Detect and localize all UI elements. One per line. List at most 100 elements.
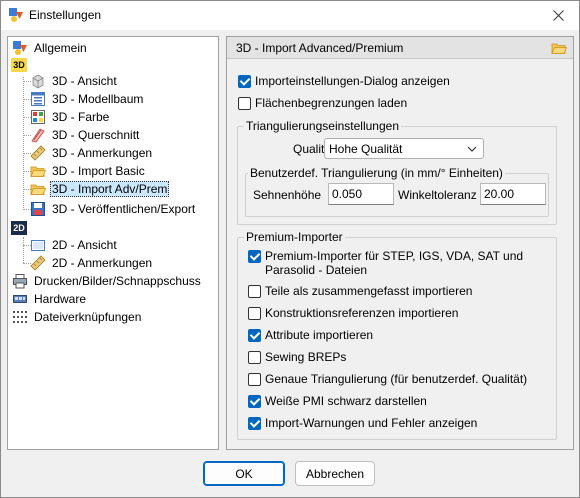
tree-item-label: 3D - Import Basic (52, 164, 145, 178)
hardware-icon (13, 295, 27, 303)
checkbox-label: Genaue Triangulierung (für benutzerdef. … (265, 372, 528, 386)
import-attributes-checkbox[interactable]: Attribute importieren (248, 328, 373, 342)
checkbox-label: Importeinstellungen-Dialog anzeigen (255, 74, 450, 88)
panel-title: 3D - Import Advanced/Premium (236, 41, 404, 55)
tree-item-label: 3D - Ansicht (52, 74, 117, 88)
premium-importer-checkbox[interactable]: Premium-Importer für STEP, IGS, VDA, SAT… (248, 249, 523, 277)
checkbox-box[interactable] (248, 250, 261, 263)
cube-icon (32, 74, 44, 89)
tree-item-label: Hardware (34, 292, 87, 306)
checkbox-box[interactable] (248, 307, 261, 320)
tree-item-2d-ansicht[interactable]: 2D - Ansicht (30, 236, 119, 254)
tree-item-label: 2D - Ansicht (52, 238, 117, 252)
angle-tolerance-input[interactable]: 20.00 (480, 183, 546, 205)
tree-item-3d-ansicht[interactable]: 3D - Ansicht (30, 72, 119, 90)
3d-badge-icon: 3D (11, 58, 27, 72)
load-face-bounds-checkbox[interactable]: Flächenbegrenzungen laden (238, 96, 407, 110)
open-folder-icon[interactable] (551, 40, 567, 56)
tree-connector (23, 77, 24, 210)
angle-tolerance-label: Winkeltoleranz (398, 188, 477, 202)
show-import-dialog-checkbox[interactable]: Importeinstellungen-Dialog anzeigen (238, 74, 450, 88)
tree-item-3d-anmerkungen[interactable]: 3D - Anmerkungen (30, 144, 154, 162)
close-icon (552, 10, 564, 21)
window-title: Einstellungen (29, 8, 102, 22)
tree-item-allgemein[interactable]: Allgemein (12, 39, 89, 57)
tree-item-label: Dateiverknüpfungen (34, 310, 142, 324)
chevron-down-icon (467, 146, 477, 152)
file-association-icon (13, 311, 27, 323)
premium-importer-group-label: Premium-Importer (244, 230, 345, 244)
quality-select[interactable]: Hohe Qualität (324, 138, 484, 159)
sewing-breps-checkbox[interactable]: Sewing BREPs (248, 350, 346, 364)
triangulation-group-label: Triangulierungseinstellungen (244, 119, 401, 133)
tree-item-label: 3D - Import Adv/Prem (50, 181, 170, 197)
settings-shapes-icon (13, 41, 27, 55)
tree-item-label: 3D - Veröffentlichen/Export (52, 202, 196, 216)
ruler-icon (30, 255, 46, 271)
panel-header: 3D - Import Advanced/Premium (227, 37, 573, 59)
show-import-warnings-checkbox[interactable]: Import-Warnungen und Fehler anzeigen (248, 416, 477, 430)
checkbox-box[interactable] (248, 351, 261, 364)
settings-app-icon (9, 8, 23, 22)
tree-item-3d-import-basic[interactable]: 3D - Import Basic (30, 162, 147, 180)
checkbox-box[interactable] (248, 417, 261, 430)
checkbox-box[interactable] (238, 75, 251, 88)
ruler-icon (30, 145, 46, 161)
quality-select-value: Hohe Qualität (329, 141, 403, 156)
chord-height-label: Sehnenhöhe (253, 188, 322, 202)
angle-tolerance-value: 20.00 (484, 187, 515, 201)
sheet-view-icon (31, 240, 45, 251)
checkbox-label: Weiße PMI schwarz darstellen (265, 394, 427, 408)
chord-height-value: 0.050 (332, 187, 363, 201)
tree-item-dateiverknuepfungen[interactable]: Dateiverknüpfungen (12, 308, 143, 326)
cancel-button[interactable]: Abbrechen (295, 461, 375, 486)
checkbox-label-line-1: Premium-Importer für STEP, IGS, VDA, SAT… (265, 249, 524, 263)
checkbox-label: Flächenbegrenzungen laden (255, 96, 408, 110)
merge-parts-checkbox[interactable]: Teile als zusammengefasst importieren (248, 284, 472, 298)
tree-item-label: 3D - Querschnitt (52, 128, 140, 142)
checkbox-label: Sewing BREPs (265, 350, 347, 364)
ok-button[interactable]: OK (203, 461, 285, 486)
printer-icon (13, 274, 27, 289)
tree-item-3d-veroeffentlichen-export[interactable]: 3D - Veröffentlichen/Export (30, 200, 197, 218)
white-pmi-black-checkbox[interactable]: Weiße PMI schwarz darstellen (248, 394, 427, 408)
save-disk-icon (31, 202, 45, 216)
tree-item-3d-farbe[interactable]: 3D - Farbe (30, 108, 111, 126)
construction-refs-checkbox[interactable]: Konstruktionsreferenzen importieren (248, 306, 458, 320)
tree-item-drucken[interactable]: Drucken/Bilder/Schnappschuss (12, 272, 203, 290)
tree-item-label: Drucken/Bilder/Schnappschuss (34, 274, 201, 288)
checkbox-box[interactable] (238, 97, 251, 110)
checkbox-box[interactable] (248, 373, 261, 386)
tree-item-label: 3D - Modellbaum (52, 92, 144, 106)
tree-item-label: 3D - Farbe (52, 110, 110, 124)
cross-section-icon (31, 128, 45, 143)
tree-item-2d-anmerkungen[interactable]: 2D - Anmerkungen (30, 254, 154, 272)
tree-item-label: 3D - Anmerkungen (52, 146, 153, 160)
settings-dialog: Einstellungen Allgemein 3D 3D - Ansicht … (0, 0, 580, 498)
open-folder-icon (30, 166, 46, 177)
checkbox-label-line-2: Parasolid - Dateien (265, 263, 368, 277)
exact-triangulation-checkbox[interactable]: Genaue Triangulierung (für benutzerdef. … (248, 372, 527, 386)
tree-item-3d-modellbaum[interactable]: 3D - Modellbaum (30, 90, 145, 108)
chord-height-input[interactable]: 0.050 (328, 183, 394, 205)
model-tree-icon (31, 92, 45, 106)
checkbox-label: Teile als zusammengefasst importieren (265, 284, 473, 298)
2d-badge-icon: 2D (11, 221, 27, 235)
checkbox-label: Konstruktionsreferenzen importieren (265, 306, 459, 320)
tree-item-label: Allgemein (34, 41, 87, 55)
close-button[interactable] (541, 2, 575, 29)
checkbox-label: Import-Warnungen und Fehler anzeigen (265, 416, 478, 430)
checkbox-label: Premium-Importer für STEP, IGS, VDA, SAT… (265, 249, 523, 277)
checkbox-label: Attribute importieren (265, 328, 374, 342)
color-palette-icon (31, 110, 45, 124)
tree-item-3d-querschnitt[interactable]: 3D - Querschnitt (30, 126, 141, 144)
tree-item-3d-import-adv-prem[interactable]: 3D - Import Adv/Prem (30, 180, 170, 198)
settings-tree[interactable]: Allgemein 3D 3D - Ansicht 3D - Modellbau… (7, 36, 219, 450)
checkbox-box[interactable] (248, 329, 261, 342)
checkbox-box[interactable] (248, 285, 261, 298)
checkbox-box[interactable] (248, 395, 261, 408)
open-folder-icon (30, 184, 46, 195)
tree-item-label: 2D - Anmerkungen (52, 256, 153, 270)
settings-panel: 3D - Import Advanced/Premium Importeinst… (226, 36, 574, 450)
tree-item-hardware[interactable]: Hardware (12, 290, 88, 308)
